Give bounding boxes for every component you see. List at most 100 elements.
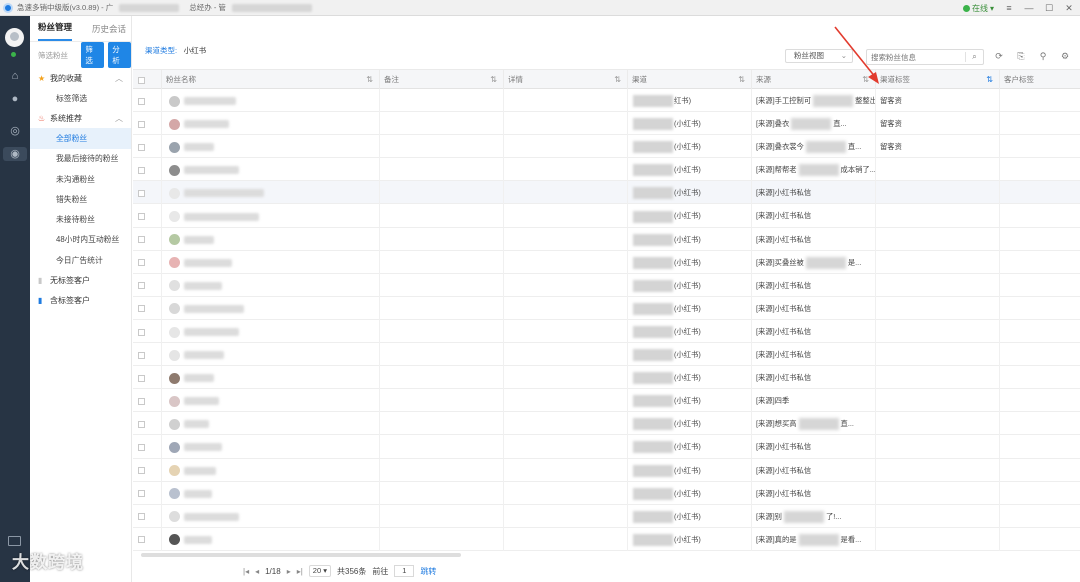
row-checkbox[interactable] bbox=[138, 420, 145, 428]
remark-cell[interactable] bbox=[380, 366, 504, 390]
row-checkbox[interactable] bbox=[138, 374, 145, 382]
row-select-cell[interactable] bbox=[133, 273, 162, 297]
minimize-button[interactable]: — bbox=[1024, 3, 1034, 13]
col-customer-tag[interactable]: 客户标签 bbox=[1000, 70, 1080, 90]
fan-name-cell[interactable] bbox=[162, 504, 380, 528]
table-row[interactable]: (小红书) [来源]小红书私信 bbox=[133, 273, 1080, 297]
row-checkbox[interactable] bbox=[138, 397, 145, 405]
page-size-select[interactable]: 20 ▾ bbox=[308, 565, 331, 577]
fan-name-cell[interactable] bbox=[162, 366, 380, 390]
remark-cell[interactable] bbox=[380, 527, 504, 551]
sidebar-item-missed[interactable]: 错失粉丝 bbox=[30, 189, 131, 209]
row-checkbox[interactable] bbox=[138, 305, 145, 313]
remark-cell[interactable] bbox=[380, 343, 504, 367]
row-checkbox[interactable] bbox=[138, 236, 145, 244]
col-channel[interactable]: 渠道 ⇅ bbox=[628, 70, 752, 90]
fan-name-cell[interactable] bbox=[162, 296, 380, 320]
row-select-cell[interactable] bbox=[133, 158, 162, 182]
sidebar-item-not-contacted[interactable]: 未沟通粉丝 bbox=[30, 169, 131, 189]
detail-cell[interactable] bbox=[504, 181, 628, 205]
detail-cell[interactable] bbox=[504, 527, 628, 551]
row-select-cell[interactable] bbox=[133, 227, 162, 251]
remark-cell[interactable] bbox=[380, 135, 504, 159]
detail-cell[interactable] bbox=[504, 135, 628, 159]
row-select-cell[interactable] bbox=[133, 89, 162, 112]
sidebar-item-not-received[interactable]: 未接待粉丝 bbox=[30, 209, 131, 229]
row-select-cell[interactable] bbox=[133, 250, 162, 274]
fan-name-cell[interactable] bbox=[162, 527, 380, 551]
remark-cell[interactable] bbox=[380, 112, 504, 136]
detail-cell[interactable] bbox=[504, 227, 628, 251]
row-select-cell[interactable] bbox=[133, 181, 162, 205]
col-detail[interactable]: 详情 ⇅ bbox=[504, 70, 628, 90]
row-checkbox[interactable] bbox=[138, 443, 145, 451]
xiaohongshu-icon[interactable]: ◉ bbox=[3, 147, 27, 161]
row-select-cell[interactable] bbox=[133, 112, 162, 136]
filter-button[interactable]: 筛选 bbox=[81, 42, 105, 68]
fan-name-cell[interactable] bbox=[162, 273, 380, 297]
row-checkbox[interactable] bbox=[138, 259, 145, 267]
table-row[interactable]: (小红书) [来源]小红书私信 bbox=[133, 343, 1080, 367]
fan-name-cell[interactable] bbox=[162, 158, 380, 182]
remark-cell[interactable] bbox=[380, 319, 504, 343]
row-select-cell[interactable] bbox=[133, 435, 162, 459]
table-row[interactable]: (小红书) [来源]四季 bbox=[133, 389, 1080, 413]
sort-icon[interactable]: ⇅ bbox=[986, 70, 993, 90]
detail-cell[interactable] bbox=[504, 504, 628, 528]
remark-cell[interactable] bbox=[380, 296, 504, 320]
tab-fan-management[interactable]: 粉丝管理 bbox=[38, 21, 73, 41]
fan-name-cell[interactable] bbox=[162, 250, 380, 274]
detail-cell[interactable] bbox=[504, 296, 628, 320]
row-select-cell[interactable] bbox=[133, 366, 162, 390]
table-row[interactable]: (小红书) [来源]小红书私信 bbox=[133, 227, 1080, 251]
remark-cell[interactable] bbox=[380, 204, 504, 228]
col-fan-name[interactable]: 粉丝名称 ⇅ bbox=[162, 70, 380, 90]
remark-cell[interactable] bbox=[380, 435, 504, 459]
row-select-cell[interactable] bbox=[133, 481, 162, 505]
jump-button[interactable]: 跳转 bbox=[420, 566, 436, 577]
remark-cell[interactable] bbox=[380, 227, 504, 251]
row-checkbox[interactable] bbox=[138, 120, 145, 128]
fan-name-cell[interactable] bbox=[162, 389, 380, 413]
sidebar-item-48h[interactable]: 48小时内互动粉丝 bbox=[30, 230, 131, 250]
row-select-cell[interactable] bbox=[133, 204, 162, 228]
maximize-button[interactable]: ☐ bbox=[1044, 3, 1054, 14]
row-checkbox[interactable] bbox=[138, 166, 145, 174]
remark-cell[interactable] bbox=[380, 181, 504, 205]
settings-icon[interactable]: ⚙ bbox=[1059, 50, 1071, 62]
detail-cell[interactable] bbox=[504, 343, 628, 367]
home-icon[interactable]: ⌂ bbox=[7, 69, 23, 83]
table-row[interactable]: (小红书) [来源]小红书私信 bbox=[133, 204, 1080, 228]
fan-name-cell[interactable] bbox=[162, 181, 380, 205]
fan-name-cell[interactable] bbox=[162, 204, 380, 228]
row-select-cell[interactable] bbox=[133, 135, 162, 159]
table-row[interactable]: (小红书) [来源]帮帮老 成本销了... bbox=[133, 158, 1080, 182]
sidebar-item-favorites[interactable]: ★ 我的收藏 ︿ bbox=[30, 68, 131, 88]
row-checkbox[interactable] bbox=[138, 189, 145, 197]
row-checkbox[interactable] bbox=[138, 213, 145, 221]
fan-name-cell[interactable] bbox=[162, 481, 380, 505]
detail-cell[interactable] bbox=[504, 158, 628, 182]
table-row[interactable]: (小红书) [来源]叠衣裳今 直... 留客资 bbox=[133, 135, 1080, 159]
fan-name-cell[interactable] bbox=[162, 435, 380, 459]
sidebar-item-all-fans[interactable]: 全部粉丝 bbox=[30, 128, 131, 149]
remark-cell[interactable] bbox=[380, 250, 504, 274]
horizontal-scrollbar[interactable] bbox=[141, 553, 461, 557]
search-box[interactable]: ⌕ bbox=[866, 49, 984, 65]
remark-cell[interactable] bbox=[380, 158, 504, 182]
row-select-cell[interactable] bbox=[133, 458, 162, 482]
menu-icon[interactable]: ≡ bbox=[1004, 3, 1014, 13]
view-select[interactable]: 粉丝视图 ⌄ bbox=[785, 49, 853, 63]
fan-name-cell[interactable] bbox=[162, 135, 380, 159]
row-select-cell[interactable] bbox=[133, 296, 162, 320]
sidebar-item-untagged[interactable]: ▮ 无标签客户 bbox=[30, 270, 131, 290]
detail-cell[interactable] bbox=[504, 250, 628, 274]
chat-icon[interactable]: ● bbox=[7, 92, 23, 106]
detail-cell[interactable] bbox=[504, 458, 628, 482]
online-status[interactable]: 在线 ▾ bbox=[962, 3, 994, 14]
table-row[interactable]: (小红书) [来源]小红书私信 bbox=[133, 458, 1080, 482]
close-button[interactable]: ✕ bbox=[1064, 3, 1074, 14]
row-checkbox[interactable] bbox=[138, 97, 145, 105]
row-checkbox[interactable] bbox=[138, 536, 145, 544]
detail-cell[interactable] bbox=[504, 273, 628, 297]
